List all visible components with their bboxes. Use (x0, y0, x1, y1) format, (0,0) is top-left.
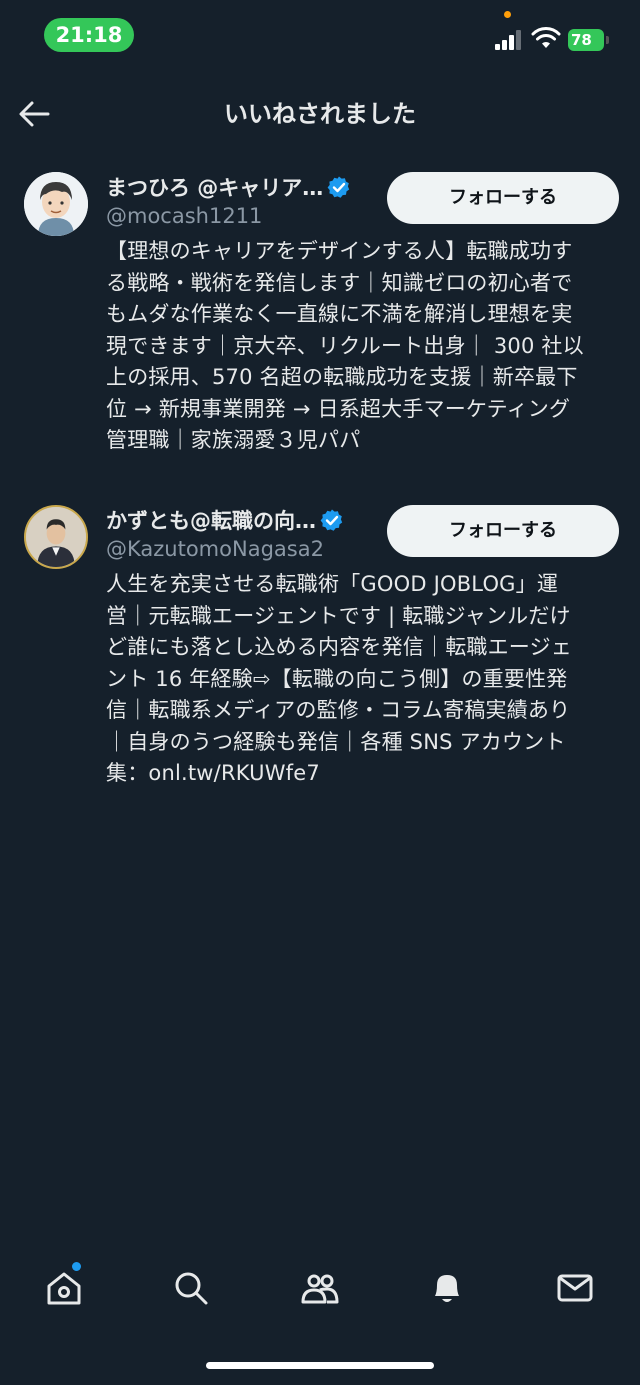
bio-line: 管理職｜家族溺愛３児パパ (106, 428, 361, 452)
notifications-icon[interactable] (427, 1268, 467, 1308)
bio-line: 上の採用、570 名超の転職成功を支援｜新卒最下 (106, 365, 578, 389)
user-card[interactable]: まつひろ @キャリア… @mocash1211 フォローする 【理想のキャリアを… (0, 172, 640, 462)
user-bio: 人生を充実させる転職術「GOOD JOBLOG」運 営｜元転職エージェントです … (106, 569, 620, 790)
signal-icon (495, 30, 523, 50)
display-name[interactable]: かずとも@転職の向… (106, 505, 316, 535)
user-card[interactable]: かずとも@転職の向… @KazutomoNagasa2 フォローする 人生を充実… (0, 505, 640, 795)
bio-line: 【理想のキャリアをデザインする人】転職成功す (106, 239, 573, 263)
status-time: 21:18 (44, 18, 134, 52)
bio-line: る戦略・戦術を発信します｜知識ゼロの初心者で (106, 270, 573, 295)
messages-icon[interactable] (555, 1268, 595, 1308)
user-bio: 【理想のキャリアをデザインする人】転職成功す る戦略・戦術を発信します｜知識ゼロ… (106, 236, 620, 457)
verified-badge-icon (320, 509, 343, 531)
wifi-icon (531, 27, 561, 48)
battery-indicator: 78 (568, 29, 604, 51)
name-row: まつひろ @キャリア… (106, 172, 351, 202)
camera-indicator-dot (504, 11, 511, 18)
bio-line: もムダな作業なく一直線に不満を解消し理想を実 (106, 302, 573, 326)
verified-badge-icon (327, 176, 350, 198)
follow-button[interactable]: フォローする (387, 505, 619, 557)
home-notification-dot (72, 1262, 81, 1271)
bio-line: 信｜転職系メディアの監修・コラム寄稿実績あり (106, 698, 571, 722)
search-icon[interactable] (171, 1268, 211, 1308)
bio-line: ど誰にも落とし込める内容を発信｜転職エージェ (106, 635, 572, 659)
bio-line: ｜自身のうつ経験も発信｜各種 SNS アカウント (106, 729, 566, 754)
bio-line: 人生を充実させる転職術「GOOD JOBLOG」運 (106, 572, 559, 596)
battery-level: 78 (571, 31, 592, 49)
bio-line: 位 → 新規事業開発 → 日系超大手マーケティング (106, 396, 571, 421)
user-handle[interactable]: @mocash1211 (106, 202, 262, 230)
bio-line: 現できます｜京大卒、リクルート出身｜ 300 社以 (106, 333, 584, 358)
communities-icon[interactable] (300, 1268, 340, 1308)
avatar[interactable] (24, 172, 88, 236)
home-icon[interactable] (44, 1268, 84, 1308)
page-title: いいねされました (224, 100, 416, 128)
bio-line[interactable]: 集：onl.tw/RKUWfe7 (106, 758, 620, 790)
avatar[interactable] (24, 505, 88, 569)
home-indicator[interactable] (206, 1362, 434, 1369)
follow-button[interactable]: フォローする (387, 172, 619, 224)
bottom-nav (0, 1258, 640, 1322)
battery-nub (606, 36, 609, 44)
display-name[interactable]: まつひろ @キャリア… (106, 172, 323, 202)
bio-line: 営｜元転職エージェントです | 転職ジャンルだけ (106, 603, 571, 628)
user-handle[interactable]: @KazutomoNagasa2 (106, 535, 324, 563)
bio-line: ント 16 年経験⇨【転職の向こう側】の重要性発 (106, 666, 568, 691)
name-row: かずとも@転職の向… (106, 505, 344, 535)
